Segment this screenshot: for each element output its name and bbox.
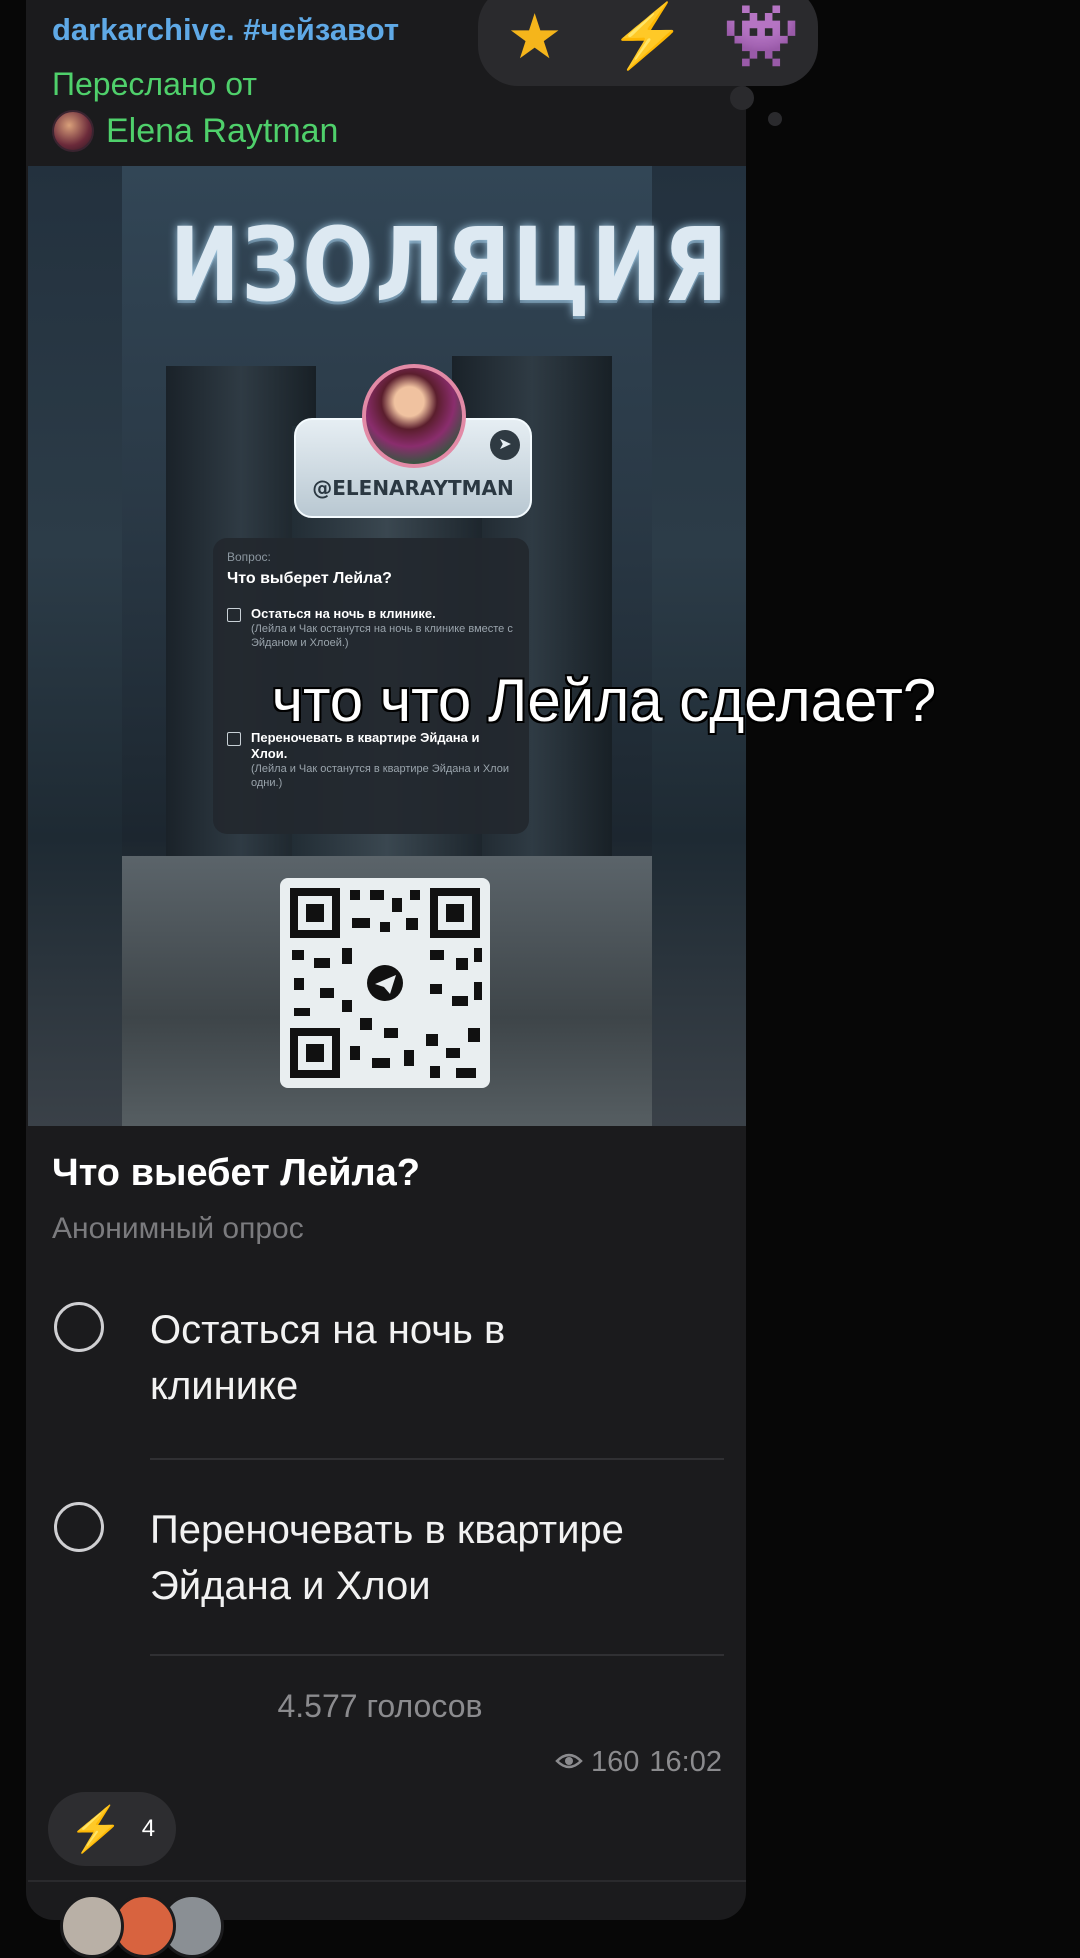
- poster-image[interactable]: ИЗОЛЯЦИЯ ➤ @ELENARAYTMAN Вопрос: Что выб…: [28, 166, 746, 1126]
- reaction-chip[interactable]: ⚡ 4: [48, 1792, 176, 1866]
- poll-option-radio-1[interactable]: [54, 1302, 104, 1352]
- poll-option-divider: [150, 1654, 724, 1656]
- message-meta: 160 16:02: [555, 1746, 722, 1779]
- comments-divider: [28, 1880, 746, 1882]
- poster-poll-option: Переночевать в квартире Эйдана и Хлои. (…: [227, 730, 517, 790]
- qr-code: [280, 878, 490, 1088]
- story-caption-overlay: что что Лейла сделает?: [271, 667, 937, 734]
- poll-type: Анонимный опрос: [52, 1212, 304, 1245]
- checkbox-icon: [227, 608, 241, 622]
- poll-vote-count[interactable]: 4.577 голосов: [0, 1688, 760, 1725]
- poster-title: ИЗОЛЯЦИЯ: [169, 206, 730, 325]
- poster-poll-option: Остаться на ночь в клинике. (Лейла и Чак…: [227, 606, 517, 650]
- space-invader-emoji-icon[interactable]: 👾: [721, 0, 801, 73]
- eye-icon: [555, 1746, 583, 1779]
- poster-avatar: [362, 364, 466, 468]
- author-name: Elena Raytman: [106, 111, 339, 150]
- poll-option-2[interactable]: Переночевать в квартире Эйдана и Хлои: [150, 1502, 730, 1614]
- poll-option-1[interactable]: Остаться на ночь в клинике: [150, 1302, 730, 1414]
- reaction-picker-tail-dot: [768, 112, 782, 126]
- message-time: 16:02: [649, 1746, 722, 1778]
- poll-option-divider: [150, 1458, 724, 1460]
- view-count: 160: [591, 1746, 640, 1778]
- star-emoji-icon[interactable]: ★: [495, 0, 575, 73]
- poster-poll-question: Что выберет Лейла?: [227, 570, 392, 587]
- forwarded-author[interactable]: Elena Raytman: [52, 110, 338, 152]
- reaction-picker: ★ ⚡ 👾: [478, 0, 818, 86]
- channel-name[interactable]: darkarchive. #чейзавот: [52, 12, 399, 48]
- poster-handle: @ELENARAYTMAN: [312, 476, 514, 500]
- reaction-picker-tail: [730, 86, 754, 110]
- reaction-count: 4: [141, 1815, 156, 1842]
- telegram-icon: ➤: [490, 430, 520, 460]
- poster-poll-label: Вопрос:: [227, 550, 271, 564]
- forwarded-label: Переслано от: [52, 66, 257, 102]
- high-voltage-emoji-icon[interactable]: ⚡: [608, 0, 688, 73]
- poll-question: Что выебет Лейла?: [52, 1152, 420, 1194]
- poll-option-radio-2[interactable]: [54, 1502, 104, 1552]
- poster-artwork: ИЗОЛЯЦИЯ ➤ @ELENARAYTMAN Вопрос: Что выб…: [122, 166, 730, 1126]
- avatar: [60, 1894, 124, 1958]
- author-avatar: [52, 110, 94, 152]
- high-voltage-emoji-icon: ⚡: [68, 1805, 124, 1854]
